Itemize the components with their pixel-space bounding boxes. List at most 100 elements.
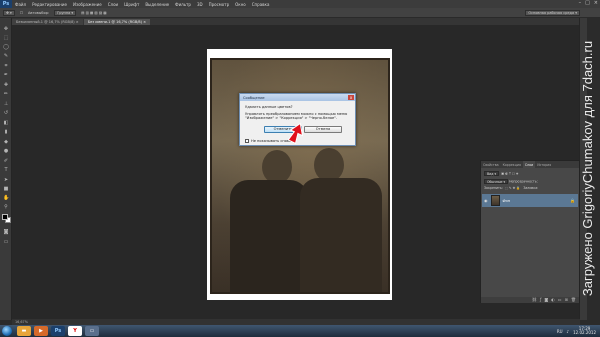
lasso-tool-icon[interactable]: ◯ bbox=[3, 45, 9, 50]
language-indicator[interactable]: RU bbox=[557, 329, 563, 334]
align-icons[interactable]: ▤ ▥ ▦ ▧ ▨ ▩ bbox=[81, 11, 106, 15]
menu-view[interactable]: Просмотр bbox=[206, 2, 233, 7]
person-head-left bbox=[262, 150, 292, 184]
blend-row: Обычные ▾ Непрозрачность: bbox=[484, 179, 538, 184]
layer-thumbnail bbox=[490, 195, 500, 206]
clone-stamp-tool-icon[interactable]: ⊥ bbox=[3, 102, 9, 107]
tab-adjustments[interactable]: Коррекция bbox=[501, 161, 523, 168]
move-tool-icon[interactable]: ✥ bbox=[3, 27, 9, 32]
hand-tool-icon[interactable]: ✋ bbox=[3, 196, 9, 201]
pen-tool-icon[interactable]: ✐ bbox=[3, 159, 9, 164]
photoshop-logo-icon: Ps bbox=[0, 0, 12, 8]
quick-mask-icon[interactable]: ◙ bbox=[3, 230, 9, 235]
menu-image[interactable]: Изображение bbox=[70, 2, 105, 7]
shape-tool-icon[interactable]: ■ bbox=[3, 187, 9, 192]
link-icon[interactable]: ⛓ bbox=[532, 297, 537, 303]
path-select-tool-icon[interactable]: ➤ bbox=[3, 178, 9, 183]
menu-window[interactable]: Окно bbox=[232, 2, 249, 7]
dialog-close-button[interactable]: x bbox=[348, 95, 354, 100]
lock-icon: 🔒 bbox=[570, 198, 575, 203]
dont-show-label: Не показывать снова bbox=[251, 139, 292, 143]
volume-icon[interactable]: ♪ bbox=[567, 329, 570, 334]
gradient-tool-icon[interactable]: ▮ bbox=[3, 130, 9, 135]
photoshop-taskbar-icon[interactable]: Ps bbox=[51, 326, 65, 336]
type-tool-icon[interactable]: T bbox=[3, 168, 9, 173]
tab-label: Безымянный-1 @ 16,7% (RGB/8) bbox=[16, 20, 75, 24]
lock-icons[interactable]: ⬚ ✎ ✥ 🔒 bbox=[504, 186, 522, 190]
zoom-tool-icon[interactable]: ⚲ bbox=[3, 205, 9, 210]
foreground-color-swatch[interactable] bbox=[2, 214, 8, 220]
history-brush-tool-icon[interactable]: ↺ bbox=[3, 111, 9, 116]
menu-file[interactable]: Файл bbox=[12, 2, 29, 7]
lock-row: Закрепить: ⬚ ✎ ✥ 🔒 Заливка: bbox=[484, 186, 538, 190]
auto-select-checkbox[interactable]: ☐ bbox=[20, 11, 23, 15]
adjustment-icon[interactable]: ◐ bbox=[551, 297, 555, 303]
cancel-button[interactable]: Отмена bbox=[304, 126, 342, 133]
menu-layers[interactable]: Слои bbox=[105, 2, 121, 7]
eye-icon[interactable]: ◉ bbox=[484, 198, 488, 203]
person-head-right bbox=[314, 148, 344, 182]
layer-kind-label: Вид bbox=[487, 172, 494, 176]
fill-label: Заливка: bbox=[523, 186, 539, 190]
menu-type[interactable]: Шрифт bbox=[121, 2, 142, 7]
layer-filter-icons[interactable]: ▣ ◐ T ▢ ◈ bbox=[500, 172, 518, 176]
opacity-label: Непрозрачность: bbox=[509, 179, 538, 184]
person-left bbox=[230, 180, 308, 292]
dodge-tool-icon[interactable]: ● bbox=[3, 149, 9, 154]
layers-panel-footer: ⛓ ƒ ◙ ◐ ▭ ⊞ 🗑 bbox=[481, 297, 579, 303]
auto-select-dropdown[interactable]: Группа ▾ bbox=[54, 9, 77, 16]
layer-row-background[interactable]: ◉ Фон 🔒 bbox=[482, 194, 578, 207]
options-bar: ✥ ▾ ☐ Автовыбор: Группа ▾ ▤ ▥ ▦ ▧ ▨ ▩ Ос… bbox=[0, 8, 600, 18]
zoom-level[interactable]: 16,67% bbox=[15, 320, 28, 324]
auto-select-value: Группа bbox=[57, 10, 71, 15]
folder-icon[interactable]: ▭ bbox=[558, 297, 562, 303]
menu-bar: Ps Файл Редактирование Изображение Слои … bbox=[0, 0, 600, 8]
layer-kind-dropdown[interactable]: Вид ▾ bbox=[484, 171, 500, 176]
menu-3d[interactable]: 3D bbox=[194, 2, 206, 7]
new-layer-icon[interactable]: ⊞ bbox=[565, 297, 568, 303]
lock-label: Закрепить: bbox=[484, 186, 503, 190]
person-right bbox=[300, 178, 382, 292]
tools-panel: ✥ ⬚ ◯ ✎ ⌗ ✒ ✚ ✏ ⊥ ↺ ◧ ▮ ◆ ● ✐ T ➤ ■ ✋ ⚲ … bbox=[0, 18, 12, 320]
screen-mode-icon[interactable]: ▭ bbox=[3, 240, 9, 245]
layer-name: Фон bbox=[502, 198, 511, 203]
start-button[interactable] bbox=[0, 325, 14, 337]
blend-mode-dropdown[interactable]: Обычные ▾ bbox=[484, 179, 509, 184]
document-tabs: Безымянный-1 @ 16,7% (RGB/8) × Без имени… bbox=[12, 18, 580, 25]
fx-icon[interactable]: ƒ bbox=[540, 297, 541, 303]
tab-layers[interactable]: Слои bbox=[522, 161, 536, 168]
windows-logo-icon bbox=[2, 326, 12, 336]
tool-preset-picker[interactable]: ✥ ▾ bbox=[3, 9, 15, 16]
menu-select[interactable]: Выделение bbox=[142, 2, 172, 7]
dont-show-again[interactable]: Не показывать снова bbox=[245, 139, 291, 143]
tab-label: Без имени-1 @ 16,7% (RGB/8) bbox=[87, 20, 143, 24]
dont-show-checkbox[interactable] bbox=[245, 139, 249, 143]
menu-filter[interactable]: Фильтр bbox=[172, 2, 194, 7]
auto-select-label: Автовыбор: bbox=[27, 10, 50, 15]
menu-edit[interactable]: Редактирование bbox=[29, 2, 70, 7]
workspace-switcher[interactable]: Основная рабочая среда ▾ bbox=[525, 10, 580, 16]
healing-brush-tool-icon[interactable]: ✚ bbox=[3, 83, 9, 88]
marquee-tool-icon[interactable]: ⬚ bbox=[3, 36, 9, 41]
watermark: Загружено GrigoriyChumakov для 7dach.ru bbox=[577, 0, 599, 337]
media-player-icon[interactable]: ▶ bbox=[34, 326, 48, 336]
tab-history[interactable]: История bbox=[535, 161, 553, 168]
yandex-browser-icon[interactable]: Y bbox=[68, 326, 82, 336]
mask-icon[interactable]: ◙ bbox=[544, 297, 548, 303]
eraser-tool-icon[interactable]: ◧ bbox=[3, 121, 9, 126]
folder-taskbar-icon[interactable]: ▭ bbox=[85, 326, 99, 336]
explorer-icon[interactable]: ▬ bbox=[17, 326, 31, 336]
crop-tool-icon[interactable]: ⌗ bbox=[3, 64, 9, 69]
blur-tool-icon[interactable]: ◆ bbox=[3, 140, 9, 145]
tab-properties[interactable]: Свойства bbox=[481, 161, 501, 168]
eyedropper-tool-icon[interactable]: ✒ bbox=[3, 73, 9, 78]
panel-tabs: Свойства Коррекция Слои История bbox=[481, 161, 579, 168]
windows-taskbar: ▬ ▶ Ps Y ▭ RU ♪ 17:29 12.02.2012 bbox=[0, 325, 600, 337]
trash-icon[interactable]: 🗑 bbox=[571, 297, 576, 303]
menu-help[interactable]: Справка bbox=[249, 2, 273, 7]
brush-tool-icon[interactable]: ✏ bbox=[3, 92, 9, 97]
quick-select-tool-icon[interactable]: ✎ bbox=[3, 54, 9, 59]
red-arrow-icon bbox=[288, 122, 304, 144]
layers-panel: Свойства Коррекция Слои История Вид ▾ ▣ … bbox=[480, 160, 580, 303]
layer-filter-row: Вид ▾ ▣ ◐ T ▢ ◈ bbox=[484, 171, 518, 176]
